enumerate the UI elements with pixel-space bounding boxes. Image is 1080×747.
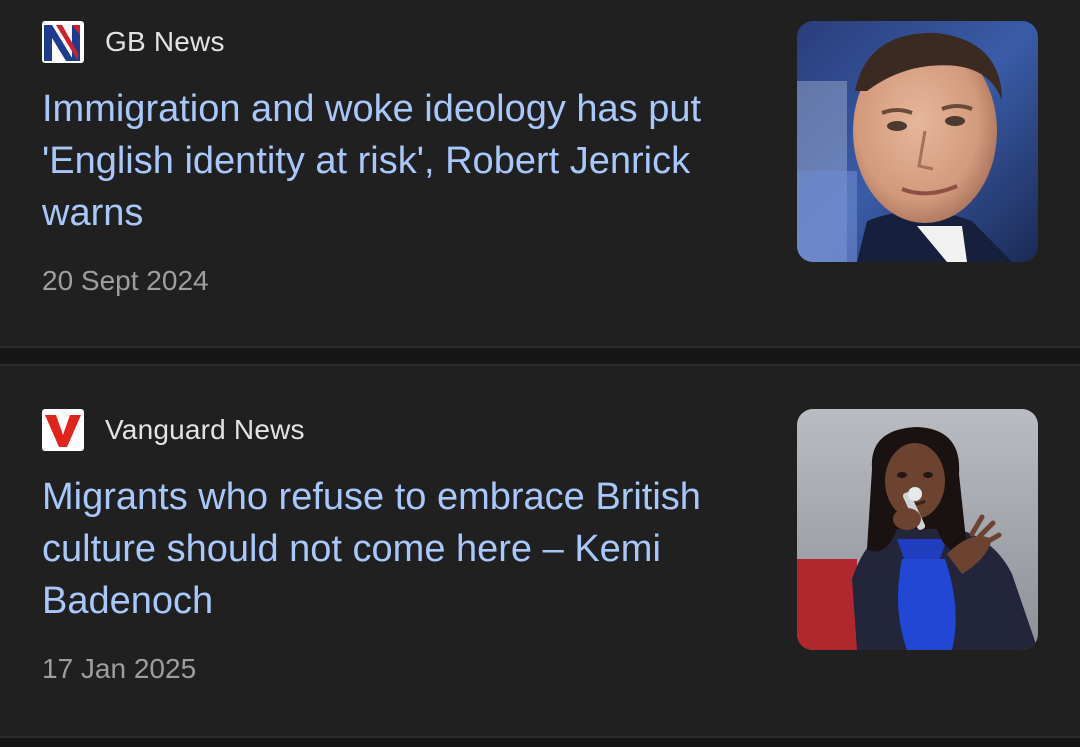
- article-date: 20 Sept 2024: [42, 265, 209, 296]
- source-name: Vanguard News: [105, 414, 305, 445]
- article-card-2[interactable]: Vanguard News Migrants who refuse to emb…: [0, 366, 1080, 736]
- card-divider: [0, 346, 1080, 366]
- article-card-1[interactable]: GB News Immigration and woke ideology ha…: [0, 0, 1080, 346]
- gb-news-logo-icon: [42, 21, 84, 63]
- news-feed: GB News Immigration and woke ideology ha…: [0, 0, 1080, 747]
- article-thumbnail-image[interactable]: [797, 409, 1038, 650]
- source-name: GB News: [105, 26, 225, 57]
- article-date: 17 Jan 2025: [42, 653, 197, 684]
- card-divider: [0, 736, 1080, 747]
- article-thumbnail-image[interactable]: [797, 21, 1038, 262]
- source-row: GB News: [42, 21, 225, 63]
- source-row: Vanguard News: [42, 409, 305, 451]
- article-headline[interactable]: Migrants who refuse to embrace British c…: [42, 471, 742, 627]
- article-headline[interactable]: Immigration and woke ideology has put 'E…: [42, 83, 742, 239]
- vanguard-logo-icon: [42, 409, 84, 451]
